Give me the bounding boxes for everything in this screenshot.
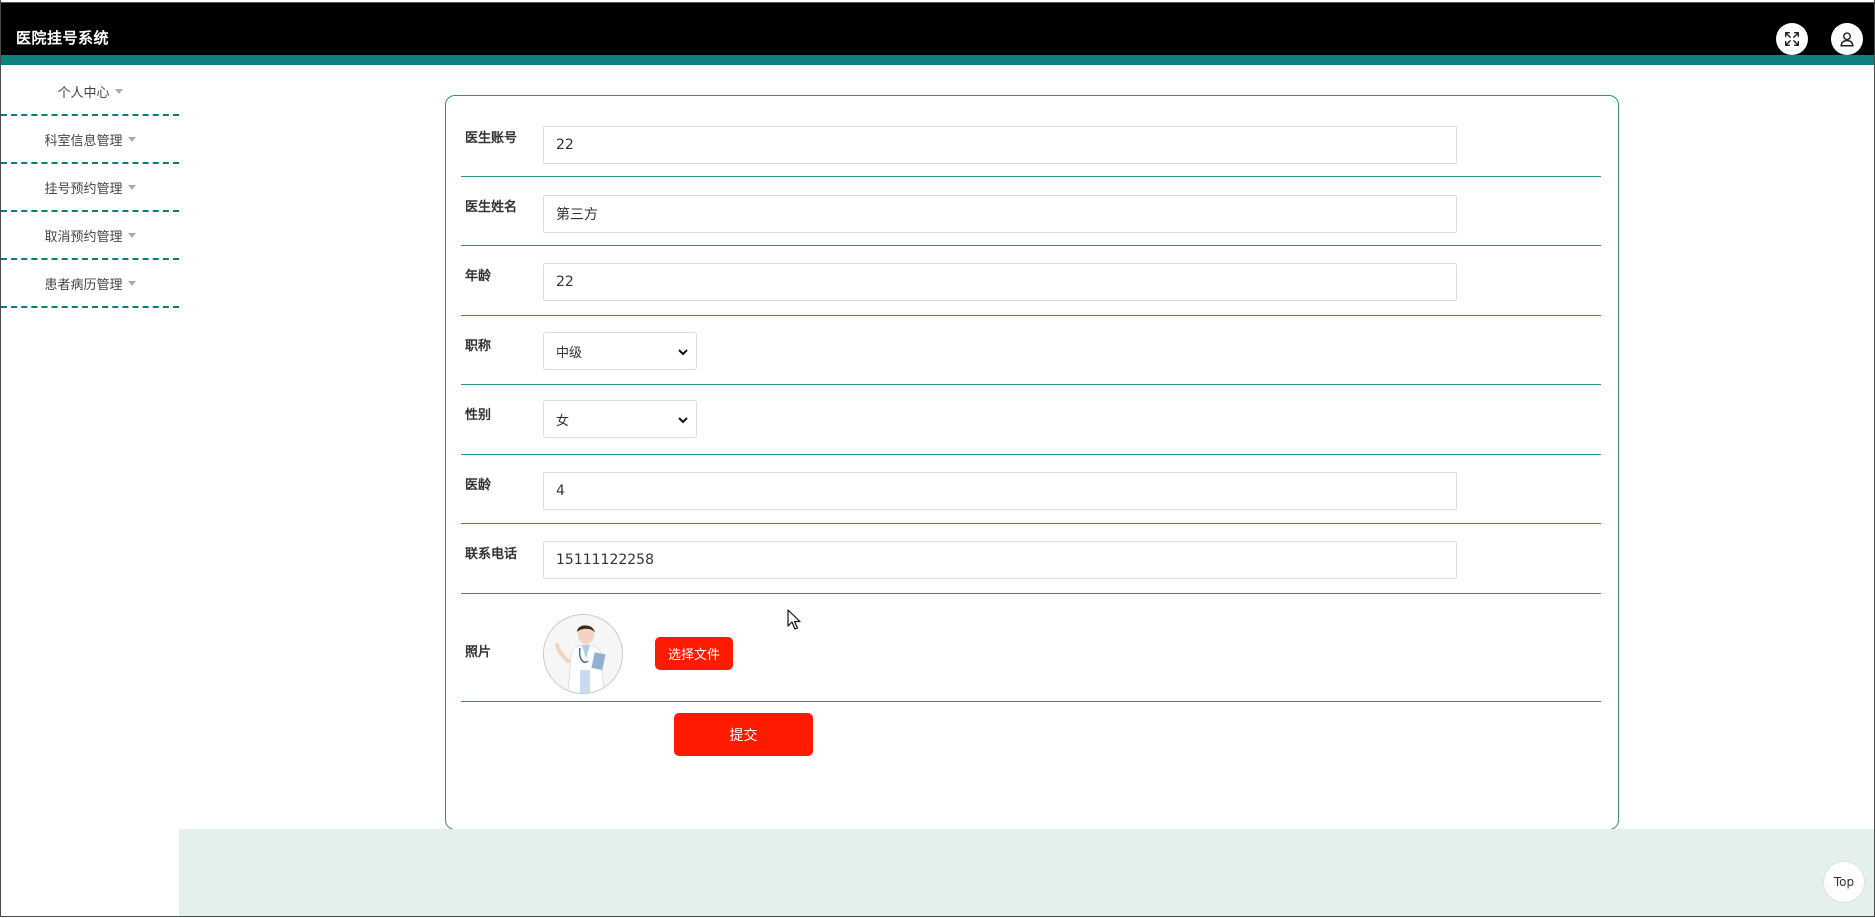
sidebar-item-label: 科室信息管理 [44,133,123,149]
sidebar-item-personal-center[interactable]: 个人中心 [1,68,179,116]
caret-down-icon [127,136,136,142]
form-row-years: 医龄 [461,455,1601,524]
caret-down-icon [127,184,136,190]
form-row-title: 职称 中级 [461,316,1601,385]
sidebar-item-label: 个人中心 [57,85,110,101]
top-bar: 医院挂号系统 [1,2,1874,56]
caret-down-icon [127,232,136,238]
phone-input[interactable] [543,541,1457,579]
sidebar-item-medical-records[interactable]: 患者病历管理 [1,260,179,308]
title-select[interactable]: 中级 [543,332,697,370]
app-window: 医院挂号系统 个人中心 科室信息管理 挂号预约管理 取消预约管理 患者病历管理 … [0,0,1875,917]
sidebar-item-label: 取消预约管理 [44,229,123,245]
header-accent-strip [1,55,1874,65]
sidebar: 个人中心 科室信息管理 挂号预约管理 取消预约管理 患者病历管理 [1,68,179,308]
form-row-gender: 性别 女 [461,385,1601,455]
gender-select[interactable]: 女 [543,400,697,438]
field-label: 医生账号 [465,131,518,146]
chevron-down-icon [678,417,688,424]
title-select-value: 中级 [556,345,583,361]
chevron-down-icon [678,349,688,356]
form-row-age: 年龄 [461,246,1601,316]
sidebar-item-cancel-appointment[interactable]: 取消预约管理 [1,212,179,260]
doctor-name-input[interactable] [543,195,1457,233]
choose-file-button[interactable]: 选择文件 [655,637,733,670]
sidebar-item-department-info[interactable]: 科室信息管理 [1,116,179,164]
mouse-cursor-icon [787,609,801,630]
form-row-doctor-account: 医生账号 [461,96,1601,177]
age-input[interactable] [543,263,1457,301]
sidebar-item-appointment[interactable]: 挂号预约管理 [1,164,179,212]
field-label: 年龄 [465,269,492,284]
back-to-top-button[interactable]: Top [1823,861,1865,903]
form-row-phone: 联系电话 [461,524,1601,594]
doctor-photo [543,614,623,694]
form-row-doctor-name: 医生姓名 [461,177,1601,246]
field-label: 医龄 [465,478,492,493]
gender-select-value: 女 [556,413,570,429]
caret-down-icon [127,280,136,286]
field-label: 联系电话 [465,547,518,562]
user-button[interactable] [1831,23,1863,55]
field-label: 照片 [465,645,492,660]
field-label: 医生姓名 [465,200,518,215]
fullscreen-button[interactable] [1776,23,1808,55]
doctor-account-input[interactable] [543,126,1457,164]
submit-button[interactable]: 提交 [674,713,813,756]
field-label: 职称 [465,339,492,354]
field-label: 性别 [465,408,492,423]
caret-down-icon [114,88,123,94]
sidebar-item-label: 患者病历管理 [44,277,123,293]
footer-area [179,829,1874,916]
app-title: 医院挂号系统 [16,29,110,47]
doctor-form-panel: 医生账号 医生姓名 年龄 职称 中级 性别 女 [445,95,1619,830]
sidebar-item-label: 挂号预约管理 [44,181,123,197]
doctor-avatar-image [544,615,622,693]
form-row-photo: 照片 选择文件 [461,594,1601,702]
user-icon [1840,32,1854,47]
years-input[interactable] [543,472,1457,510]
expand-icon [1784,31,1800,47]
